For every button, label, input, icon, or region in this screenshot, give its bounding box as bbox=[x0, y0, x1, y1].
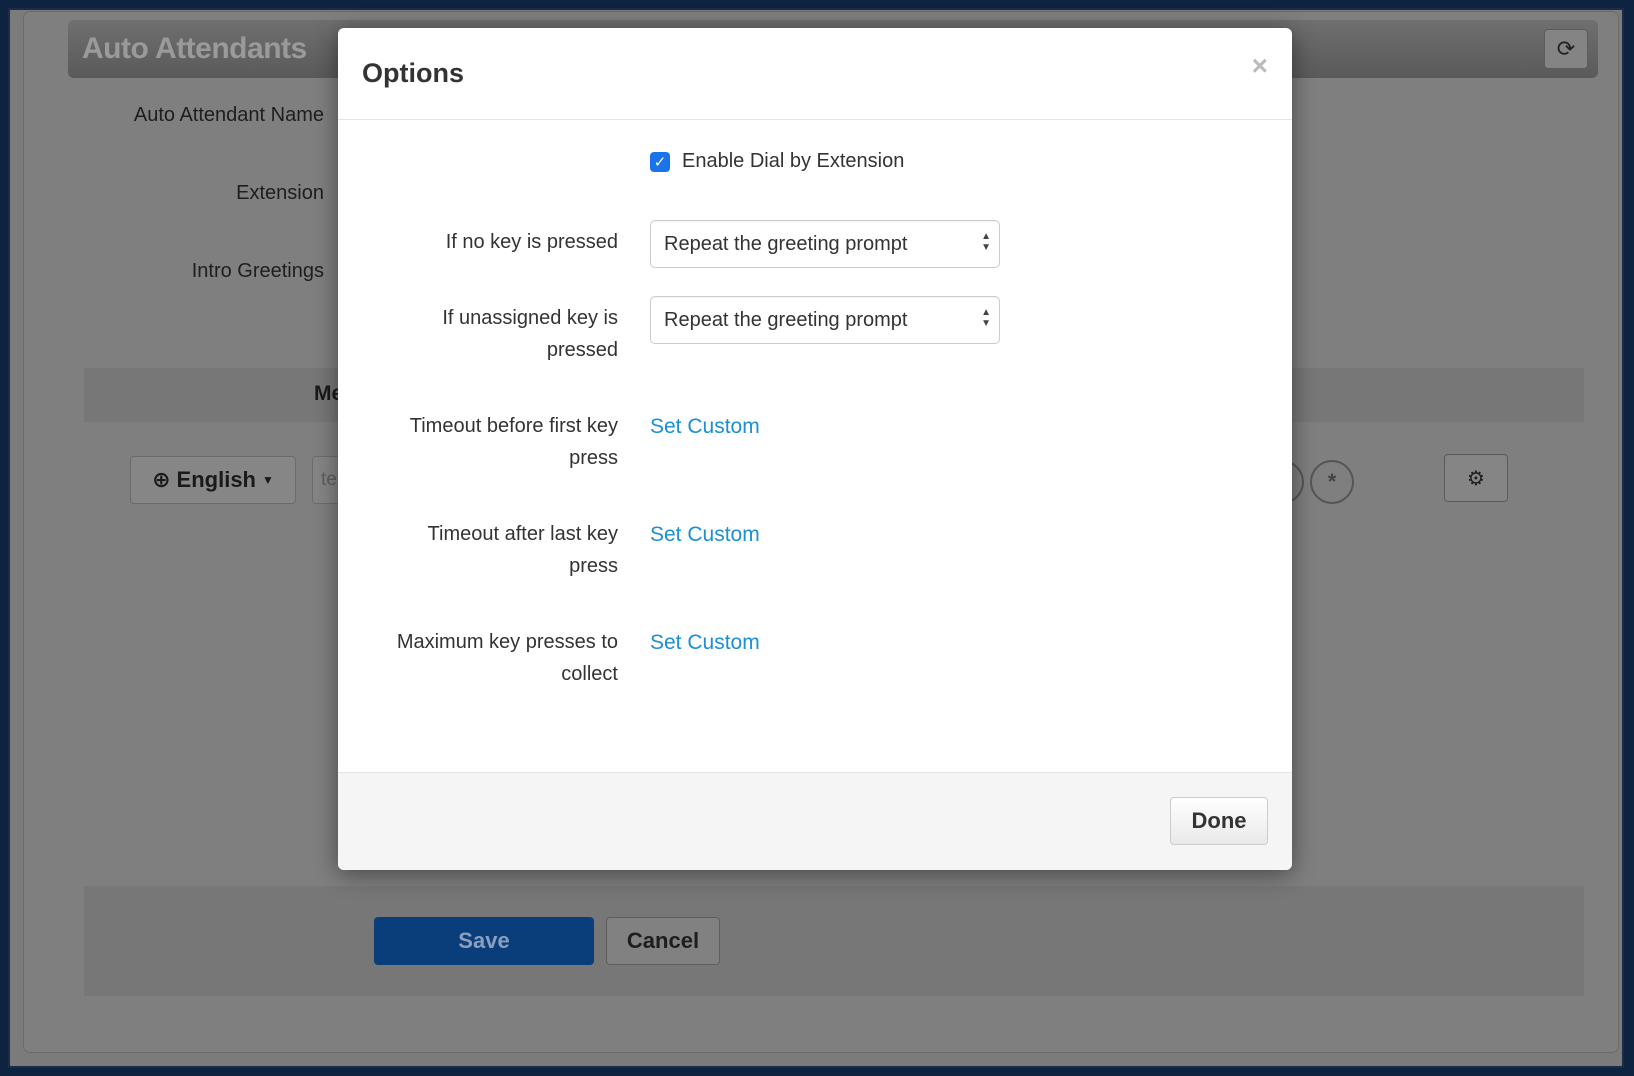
save-button[interactable]: Save bbox=[374, 917, 594, 965]
modal-body: ✓ Enable Dial by Extension If no key is … bbox=[338, 120, 1292, 772]
language-label: English bbox=[176, 467, 256, 492]
no-key-pressed-value: Repeat the greeting prompt bbox=[664, 233, 908, 255]
unassigned-key-value: Repeat the greeting prompt bbox=[664, 309, 908, 331]
enable-dial-by-extension-row[interactable]: ✓ Enable Dial by Extension bbox=[650, 150, 904, 173]
intro-greetings-label: Intro Greetings bbox=[191, 260, 324, 282]
key-star-button[interactable]: * bbox=[1310, 460, 1354, 504]
no-key-pressed-label: If no key is pressed bbox=[445, 231, 618, 253]
modal-header: Options × bbox=[338, 28, 1292, 120]
timeout-first-key-label-line1: Timeout before first key bbox=[409, 415, 618, 437]
done-button[interactable]: Done bbox=[1170, 797, 1268, 845]
timeout-last-key-label: Timeout after last key press bbox=[338, 518, 618, 582]
enable-dial-by-extension-label: Enable Dial by Extension bbox=[682, 150, 905, 172]
unassigned-key-label: If unassigned key is pressed bbox=[338, 302, 618, 366]
timeout-last-key-label-line2: press bbox=[569, 555, 618, 577]
enable-dial-by-extension-checkbox[interactable]: ✓ bbox=[650, 151, 670, 172]
select-arrows-icon: ▲ ▼ bbox=[981, 307, 991, 329]
timeout-first-key-label-line2: press bbox=[569, 447, 618, 469]
options-modal: Options × ✓ Enable Dial by Extension If … bbox=[338, 28, 1292, 870]
menu-settings-button[interactable]: ⚙ bbox=[1444, 454, 1508, 502]
max-key-presses-set-custom-link[interactable]: Set Custom bbox=[650, 631, 760, 655]
globe-icon: ⊕ bbox=[152, 467, 171, 492]
timeout-last-key-set-custom-link[interactable]: Set Custom bbox=[650, 523, 760, 547]
refresh-button[interactable]: ⟳ bbox=[1544, 29, 1588, 69]
modal-title: Options bbox=[362, 58, 464, 88]
unassigned-key-label-line2: pressed bbox=[546, 339, 618, 361]
max-key-presses-label-line2: collect bbox=[561, 663, 618, 685]
caret-down-icon: ▼ bbox=[262, 473, 274, 487]
unassigned-key-select[interactable]: Repeat the greeting prompt ▲ ▼ bbox=[650, 296, 1000, 344]
select-arrows-icon: ▲ ▼ bbox=[981, 231, 991, 253]
unassigned-key-label-line1: If unassigned key is bbox=[442, 307, 618, 329]
form-actions-band bbox=[84, 886, 1584, 996]
timeout-last-key-label-line1: Timeout after last key bbox=[427, 523, 618, 545]
max-key-presses-label-line1: Maximum key presses to bbox=[396, 631, 618, 653]
no-key-pressed-select[interactable]: Repeat the greeting prompt ▲ ▼ bbox=[650, 220, 1000, 268]
timeout-first-key-set-custom-link[interactable]: Set Custom bbox=[650, 415, 760, 439]
extension-label: Extension bbox=[236, 182, 324, 204]
timeout-first-key-label: Timeout before first key press bbox=[338, 410, 618, 474]
language-dropdown[interactable]: ⊕ English ▼ bbox=[130, 456, 296, 504]
panel-title: Auto Attendants bbox=[82, 32, 307, 65]
cancel-button[interactable]: Cancel bbox=[606, 917, 720, 965]
modal-footer: Done bbox=[338, 772, 1292, 870]
auto-attendant-name-label: Auto Attendant Name bbox=[133, 104, 324, 126]
refresh-icon: ⟳ bbox=[1556, 36, 1576, 61]
close-icon[interactable]: × bbox=[1252, 50, 1268, 82]
max-key-presses-label: Maximum key presses to collect bbox=[338, 626, 618, 690]
gear-icon: ⚙ bbox=[1467, 467, 1485, 490]
